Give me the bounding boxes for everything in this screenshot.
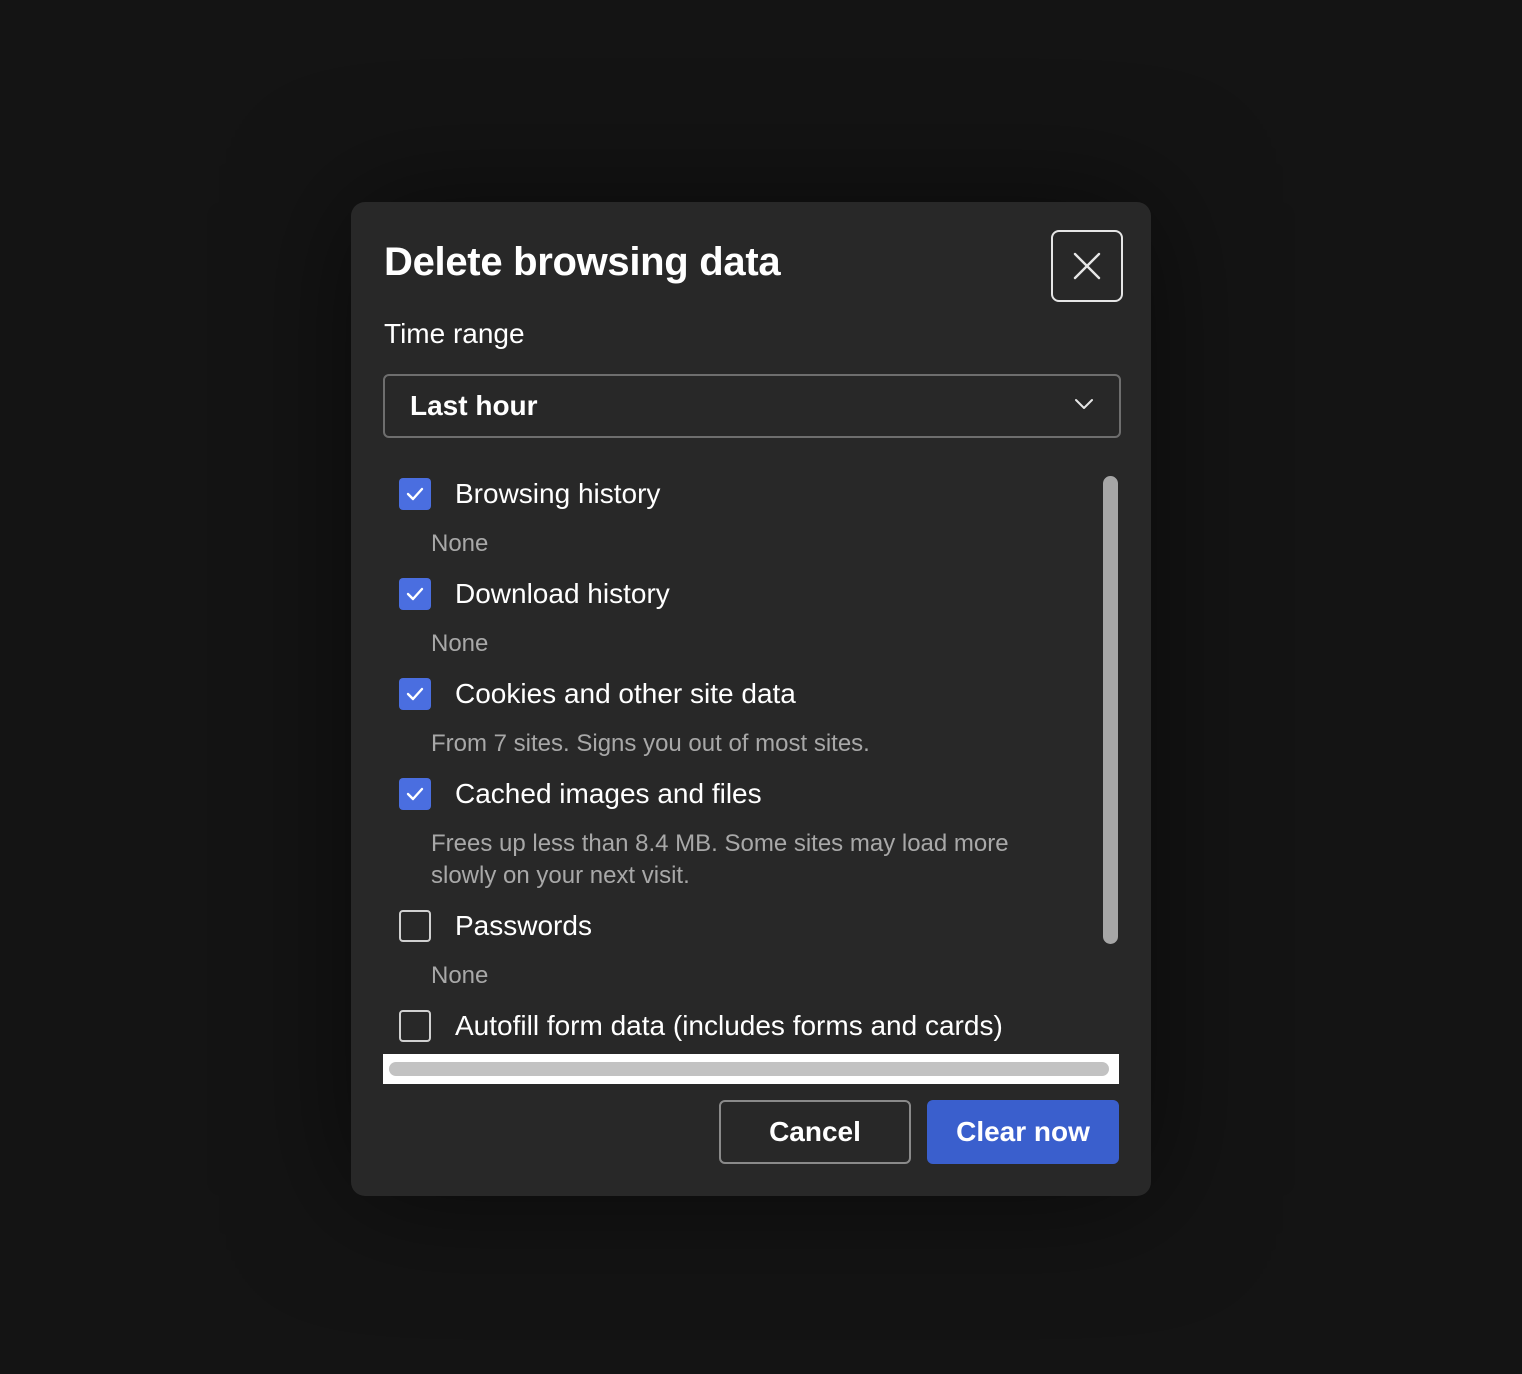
passwords-label: Passwords bbox=[455, 910, 592, 941]
horizontal-scrollbar-thumb[interactable] bbox=[389, 1062, 1109, 1076]
passwords-description: None bbox=[431, 962, 489, 989]
cached-images-description: Frees up less than 8.4 MB. Some sites ma… bbox=[431, 830, 1009, 889]
download-history-checkbox[interactable] bbox=[399, 578, 431, 610]
checkmark-icon bbox=[406, 487, 424, 501]
clear-now-button[interactable]: Clear now bbox=[927, 1100, 1119, 1164]
cookies-checkbox[interactable] bbox=[399, 678, 431, 710]
autofill-checkbox[interactable] bbox=[399, 1010, 431, 1042]
horizontal-scrollbar[interactable] bbox=[383, 1054, 1119, 1084]
time-range-label: Time range bbox=[384, 318, 525, 349]
autofill-label: Autofill form data (includes forms and c… bbox=[455, 1010, 1003, 1041]
browsing-history-checkbox[interactable] bbox=[399, 478, 431, 510]
vertical-scrollbar[interactable] bbox=[1103, 476, 1118, 944]
time-range-select[interactable]: Last hour bbox=[383, 374, 1121, 438]
download-history-label: Download history bbox=[455, 578, 670, 609]
cancel-button[interactable]: Cancel bbox=[719, 1100, 911, 1164]
close-icon bbox=[1073, 252, 1101, 280]
dialog-title: Delete browsing data bbox=[384, 240, 781, 284]
chevron-down-icon bbox=[1075, 399, 1093, 409]
checkmark-icon bbox=[406, 587, 424, 601]
passwords-checkbox[interactable] bbox=[399, 910, 431, 942]
delete-browsing-data-dialog: Delete browsing data Time range Last hou… bbox=[351, 202, 1151, 1196]
checkmark-icon bbox=[406, 687, 424, 701]
browsing-history-description: None bbox=[431, 530, 489, 557]
cached-images-label: Cached images and files bbox=[455, 778, 762, 809]
cookies-description: From 7 sites. Signs you out of most site… bbox=[431, 730, 870, 757]
cookies-label: Cookies and other site data bbox=[455, 678, 796, 709]
time-range-value: Last hour bbox=[410, 390, 538, 421]
browsing-history-label: Browsing history bbox=[455, 478, 661, 509]
checkmark-icon bbox=[406, 787, 424, 801]
close-button[interactable] bbox=[1051, 230, 1123, 302]
download-history-description: None bbox=[431, 630, 489, 657]
cached-images-checkbox[interactable] bbox=[399, 778, 431, 810]
data-type-list: Browsing history None Download history N… bbox=[383, 468, 1121, 1052]
